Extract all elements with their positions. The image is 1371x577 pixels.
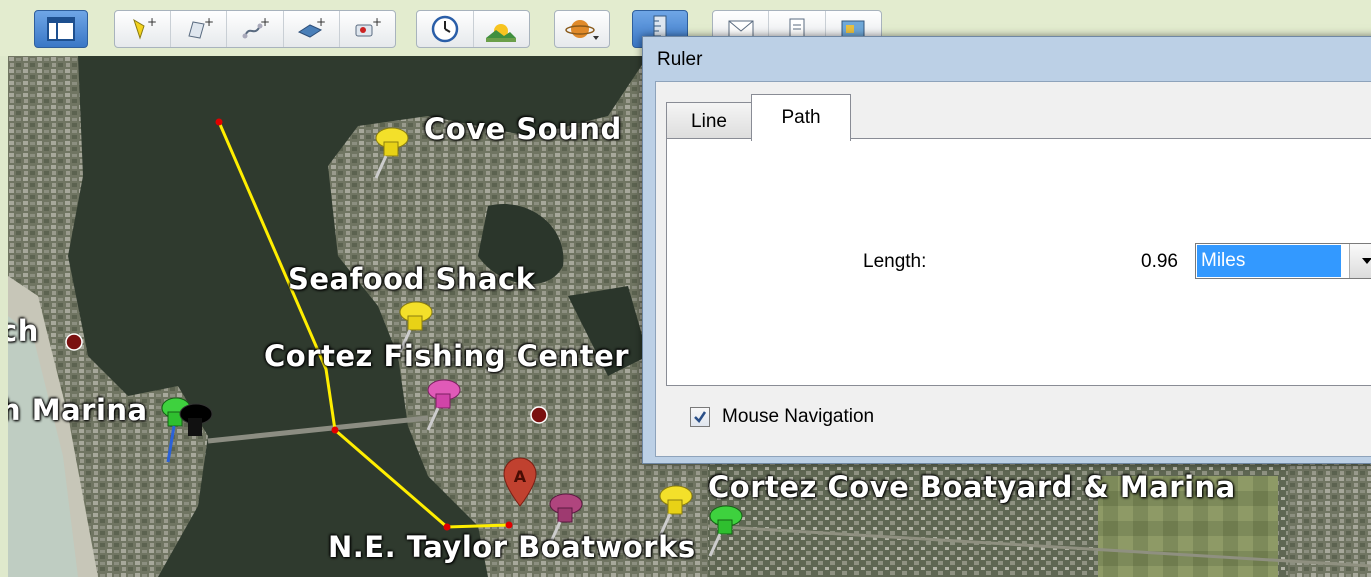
historical-imagery-icon [431,15,458,43]
svg-text:+: + [260,16,270,29]
units-dropdown-arrow[interactable] [1349,244,1371,278]
units-selected-value: Miles [1197,245,1341,277]
sunlight-button[interactable] [474,11,530,47]
add-path-button[interactable]: + [227,11,284,47]
green-pushpin-icon[interactable] [154,392,218,466]
svg-text:+: + [372,16,382,29]
tab-path[interactable]: Path [751,94,851,141]
map-label-seafood-shack: Seafood Shack [288,262,536,296]
map-label-taylor-boatworks: N.E. Taylor Boatworks [328,530,696,564]
yellow-pushpin-icon[interactable] [364,122,416,180]
map-label-cortez-fishing-center: Cortez Fishing Center [264,339,630,373]
google-earth-window: + + + + + A Cove Sound Seafood Shack Cor… [0,0,1371,577]
length-label: Length: [863,251,927,272]
add-image-overlay-icon: + [298,16,326,38]
svg-text:+: + [204,16,214,29]
chevron-down-icon [1362,258,1371,264]
map-label-marina: h Marina [8,393,148,427]
record-tour-icon: + [355,16,382,37]
add-polygon-icon: + [188,16,214,39]
mouse-navigation-label: Mouse Navigation [722,406,875,427]
add-tools-group: + + + + + [114,10,396,48]
ruler-dialog-body: Line Path Length: 0.96 Miles Mouse Navig… [655,81,1371,457]
pink-pushpin-icon[interactable] [416,374,468,432]
planets-icon [565,20,599,40]
map-label-cove-sound: Cove Sound [424,112,622,146]
map-label-ch: ch [8,314,39,348]
checkmark-icon [694,411,707,423]
ruler-dialog[interactable]: Ruler Line Path Length: 0.96 Miles Mouse… [642,36,1371,464]
sunlight-icon [486,24,517,42]
green-pushpin-icon[interactable] [698,500,750,558]
map-label-cortez-cove-boatyard: Cortez Cove Boatyard & Marina [708,470,1236,504]
mouse-navigation-option[interactable]: Mouse Navigation [690,406,874,428]
add-polygon-button[interactable]: + [171,11,228,47]
tab-line[interactable]: Line [666,102,752,140]
add-placemark-icon: + [132,16,157,40]
marker-letter: A [514,467,527,486]
add-placemark-button[interactable]: + [115,11,172,47]
units-dropdown[interactable]: Miles [1195,243,1371,279]
mouse-navigation-checkbox[interactable] [690,407,710,427]
svg-text:+: + [316,16,326,29]
dialog-title: Ruler [657,49,703,70]
record-tour-button[interactable]: + [340,11,395,47]
historical-imagery-button[interactable] [417,11,474,47]
add-path-icon: + [242,16,270,39]
path-tab-panel: Length: 0.96 Miles [666,138,1371,386]
add-image-overlay-button[interactable]: + [284,11,340,47]
planets-button[interactable] [554,10,610,48]
sidebar-toggle-button[interactable] [34,10,88,48]
sidebar-toggle-icon [47,17,75,41]
svg-text:+: + [147,16,157,29]
location-marker-icon[interactable]: A [502,456,538,508]
time-tools-group [416,10,530,48]
length-value: 0.96 [1141,251,1178,272]
